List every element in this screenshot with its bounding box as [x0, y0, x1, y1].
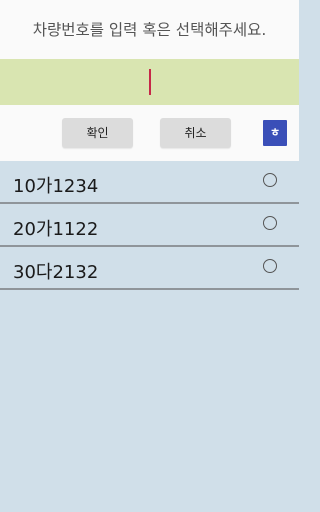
list-item[interactable]: 30다2132 — [0, 247, 299, 290]
list-item[interactable]: 20가1122 — [0, 204, 299, 247]
confirm-button[interactable]: 확인 — [62, 118, 133, 148]
cancel-button[interactable]: 취소 — [160, 118, 231, 148]
page-title: 차량번호를 입력 혹은 선택해주세요. — [32, 21, 267, 39]
vehicle-plate: 30다2132 — [13, 262, 99, 283]
text-cursor — [149, 69, 151, 95]
radio-button[interactable] — [263, 259, 277, 273]
vehicle-list: 10가1234 20가1122 30다2132 — [0, 161, 299, 290]
header: 차량번호를 입력 혹은 선택해주세요. — [0, 0, 299, 59]
radio-button[interactable] — [263, 173, 277, 187]
vehicle-plate: 10가1234 — [13, 176, 99, 197]
keyboard-toggle-button[interactable]: ㅎ — [263, 120, 287, 146]
vehicle-plate: 20가1122 — [13, 219, 99, 240]
list-item[interactable]: 10가1234 — [0, 161, 299, 204]
radio-button[interactable] — [263, 216, 277, 230]
toolbar: 확인 취소 ㅎ — [0, 105, 299, 161]
